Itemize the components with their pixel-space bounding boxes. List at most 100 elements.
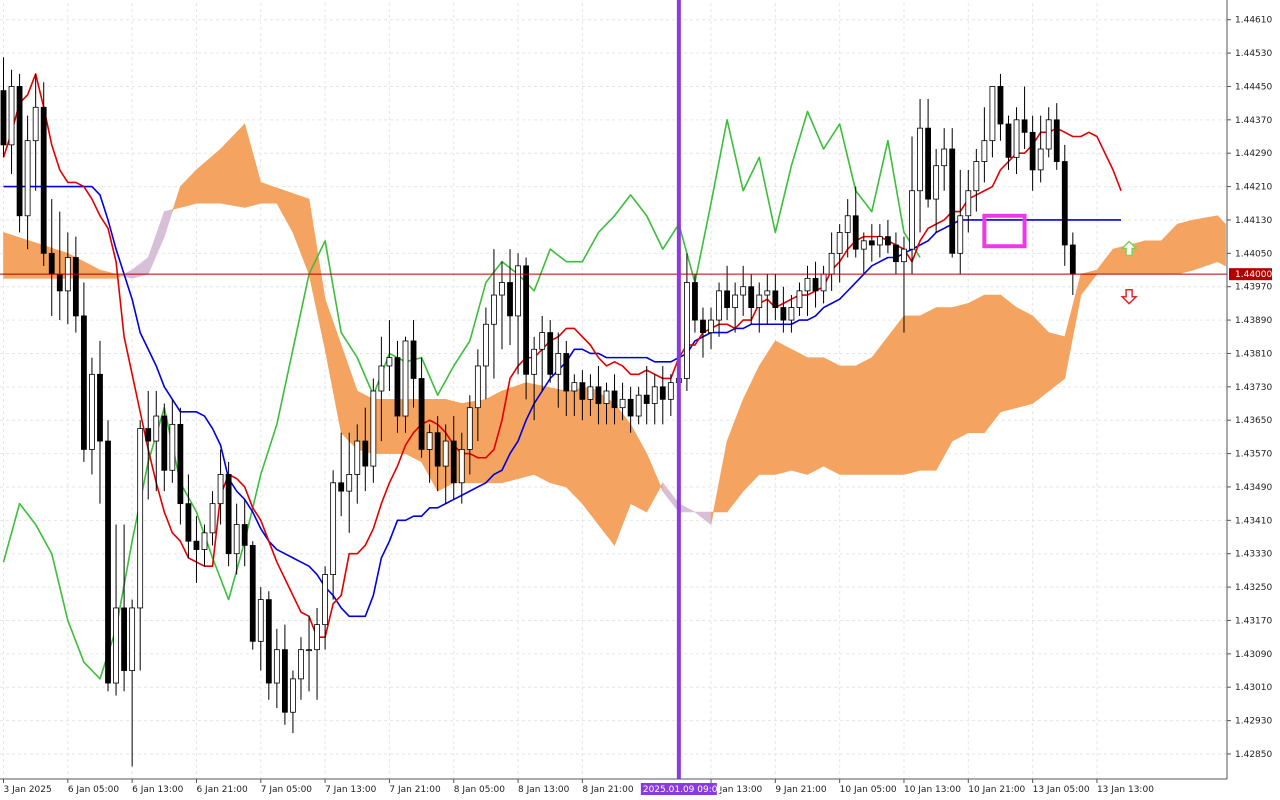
candle-body-bearish[interactable] [780, 307, 787, 321]
candle-body-bearish[interactable] [394, 357, 401, 417]
candle-body-bearish[interactable] [105, 440, 111, 684]
candle-body-bullish[interactable] [651, 386, 658, 404]
candle-body-bearish[interactable] [281, 649, 288, 713]
candle-body-bullish[interactable] [314, 624, 320, 651]
candle-body-bearish[interactable] [97, 373, 103, 442]
candle-body-bearish[interactable] [523, 265, 529, 375]
candle-body-bearish[interactable] [81, 315, 87, 450]
candle-body-bullish[interactable] [209, 503, 216, 534]
candle-body-bullish[interactable] [901, 248, 907, 263]
candle-body-bullish[interactable] [587, 386, 594, 400]
candle-body-bearish[interactable] [611, 390, 618, 409]
candle-body-bullish[interactable] [844, 215, 851, 233]
candle-body-bullish[interactable] [820, 273, 827, 292]
candle-body-bullish[interactable] [137, 428, 144, 609]
candle-body-bullish[interactable] [129, 607, 136, 671]
candle-body-bearish[interactable] [997, 86, 1004, 125]
candle-body-bullish[interactable] [466, 407, 473, 450]
candle-body-bearish[interactable] [643, 394, 650, 404]
candle-body-bearish[interactable] [177, 423, 184, 505]
candle-body-bearish[interactable] [1029, 131, 1036, 171]
candle-body-bullish[interactable] [426, 432, 433, 450]
candle-body-bullish[interactable] [740, 286, 747, 296]
candle-body-bullish[interactable] [370, 390, 377, 467]
candle-body-bullish[interactable] [169, 423, 176, 471]
candle-body-bullish[interactable] [716, 290, 722, 321]
candle-body-bearish[interactable] [48, 252, 55, 275]
candle-body-bearish[interactable] [772, 290, 779, 308]
candle-body-bullish[interactable] [981, 140, 988, 162]
candle-body-bullish[interactable] [619, 398, 626, 409]
candle-body-bullish[interactable] [796, 290, 803, 308]
candle-body-bearish[interactable] [225, 474, 232, 555]
candle-body-bearish[interactable] [265, 599, 272, 684]
candle-body-bearish[interactable] [193, 540, 200, 550]
candle-body-bullish[interactable] [732, 294, 739, 308]
candle-body-bullish[interactable] [298, 649, 304, 680]
chart-root[interactable]: 1.44610 1.44530 1.44450 1.44370 1.44290 1.442… [0, 0, 1280, 800]
candle-body-bearish[interactable] [40, 106, 47, 254]
candle-body-bearish[interactable] [724, 290, 730, 308]
candle-body-bearish[interactable] [1069, 244, 1076, 275]
candle-body-bearish[interactable] [1053, 119, 1060, 162]
candle-body-bearish[interactable] [410, 340, 417, 379]
candle-body-bearish[interactable] [748, 286, 755, 308]
candle-body-bearish[interactable] [893, 244, 899, 263]
candle-body-bullish[interactable] [804, 277, 811, 292]
candle-body-bearish[interactable] [185, 503, 192, 542]
candle-body-bullish[interactable] [153, 415, 160, 442]
candle-body-bullish[interactable] [290, 678, 296, 713]
candle-body-bullish[interactable] [708, 319, 714, 333]
candle-body-bullish[interactable] [322, 574, 329, 626]
candle-body-bearish[interactable] [16, 86, 23, 217]
candle-body-bullish[interactable] [635, 394, 642, 417]
candle-body-bearish[interactable] [868, 240, 875, 246]
candle-body-bullish[interactable] [876, 236, 883, 246]
candle-body-bullish[interactable] [828, 252, 835, 275]
candle-body-bearish[interactable] [659, 386, 666, 400]
candle-body-bearish[interactable] [418, 378, 425, 450]
candle-body-bearish[interactable] [547, 332, 554, 375]
candle-body-bullish[interactable] [1037, 148, 1044, 171]
candle-body-bullish[interactable] [89, 373, 95, 450]
candle-body-bullish[interactable] [273, 649, 280, 684]
candle-body-bullish[interactable] [32, 106, 39, 142]
candle-body-bearish[interactable] [362, 440, 369, 467]
candle-body-bearish[interactable] [338, 482, 345, 492]
candle-body-bearish[interactable] [692, 282, 698, 321]
candle-body-bearish[interactable] [56, 273, 63, 292]
candle-body-bullish[interactable] [756, 294, 763, 308]
candle-body-bullish[interactable] [571, 382, 578, 392]
candle-body-bullish[interactable] [233, 524, 240, 555]
candle-body-bearish[interactable] [563, 353, 570, 392]
candle-body-bearish[interactable] [507, 282, 513, 317]
candle-body-bullish[interactable] [442, 440, 449, 467]
candle-body-bullish[interactable] [957, 215, 964, 254]
candle-body-bullish[interactable] [458, 449, 465, 484]
candle-body-bullish[interactable] [836, 232, 843, 254]
candle-body-bearish[interactable] [1021, 119, 1028, 133]
candle-body-bullish[interactable] [257, 599, 264, 642]
candle-body-bullish[interactable] [973, 161, 980, 192]
candle-body-bearish[interactable] [241, 524, 248, 546]
candle-body-bullish[interactable] [933, 165, 940, 200]
candle-body-bullish[interactable] [539, 332, 546, 350]
candle-body-bullish[interactable] [491, 294, 497, 325]
candle-body-bullish[interactable] [764, 290, 771, 296]
candle-body-bearish[interactable] [450, 440, 457, 484]
candle-body-bullish[interactable] [531, 348, 538, 375]
candle-body-bearish[interactable] [249, 544, 256, 642]
candle-body-bullish[interactable] [354, 440, 361, 475]
candle-body-bullish[interactable] [1013, 119, 1020, 158]
candle-body-bullish[interactable] [217, 474, 224, 505]
candle-body-bearish[interactable] [1061, 161, 1068, 246]
candle-body-bullish[interactable] [330, 482, 337, 575]
chart-canvas[interactable]: 1.44610 1.44530 1.44450 1.44370 1.44290 1.442… [0, 0, 1280, 800]
candle-body-bullish[interactable] [402, 340, 409, 417]
candle-body-bearish[interactable] [925, 127, 931, 200]
candle-body-bullish[interactable] [499, 282, 505, 296]
candle-body-bullish[interactable] [860, 240, 867, 250]
candle-body-bullish[interactable] [788, 307, 795, 321]
candle-body-bearish[interactable] [812, 277, 819, 292]
candle-body-bullish[interactable] [8, 86, 15, 146]
